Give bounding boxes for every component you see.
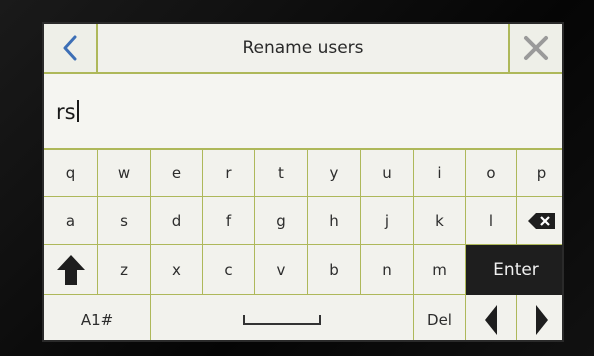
key-s[interactable]: s: [98, 197, 151, 245]
enter-key[interactable]: Enter: [466, 245, 562, 295]
key-q[interactable]: q: [44, 150, 98, 197]
key-v[interactable]: v: [255, 245, 308, 295]
backspace-icon: [527, 212, 555, 229]
key-b[interactable]: b: [308, 245, 361, 295]
key-w[interactable]: w: [98, 150, 151, 197]
key-y[interactable]: y: [308, 150, 361, 197]
on-screen-keyboard: q w e r t y u i o p a s d f g h j k l z …: [44, 150, 562, 340]
cursor-left-key[interactable]: [466, 295, 517, 340]
mode-switch-key[interactable]: A1#: [44, 295, 151, 340]
key-z[interactable]: z: [98, 245, 151, 295]
back-button[interactable]: [44, 24, 98, 72]
key-l[interactable]: l: [466, 197, 517, 245]
key-t[interactable]: t: [255, 150, 308, 197]
name-input-field[interactable]: rs: [44, 74, 562, 150]
key-f[interactable]: f: [203, 197, 255, 245]
key-n[interactable]: n: [361, 245, 414, 295]
key-r[interactable]: r: [203, 150, 255, 197]
touch-screen: Rename users rs q w e r t y u i o p a s …: [42, 22, 564, 342]
key-a[interactable]: a: [44, 197, 98, 245]
device-bezel: Rename users rs q w e r t y u i o p a s …: [0, 0, 594, 356]
key-c[interactable]: c: [203, 245, 255, 295]
page-title: Rename users: [242, 38, 364, 58]
shift-key[interactable]: [44, 245, 98, 295]
key-k[interactable]: k: [414, 197, 466, 245]
key-h[interactable]: h: [308, 197, 361, 245]
delete-key[interactable]: Del: [414, 295, 466, 340]
key-m[interactable]: m: [414, 245, 466, 295]
key-u[interactable]: u: [361, 150, 414, 197]
cursor-right-key[interactable]: [517, 295, 562, 340]
space-bar-icon: [243, 314, 321, 325]
chevron-left-icon: [63, 35, 77, 61]
space-key[interactable]: [151, 295, 414, 340]
close-x-icon: [524, 36, 548, 60]
key-e[interactable]: e: [151, 150, 203, 197]
key-d[interactable]: d: [151, 197, 203, 245]
input-value: rs: [56, 100, 76, 124]
arrow-right-icon: [535, 304, 548, 335]
input-value-wrap: rs: [56, 100, 79, 124]
key-x[interactable]: x: [151, 245, 203, 295]
backspace-key[interactable]: [517, 197, 562, 245]
key-i[interactable]: i: [414, 150, 466, 197]
header-bar: Rename users: [44, 24, 562, 74]
shift-up-arrow-icon: [56, 254, 85, 285]
key-o[interactable]: o: [466, 150, 517, 197]
key-g[interactable]: g: [255, 197, 308, 245]
key-j[interactable]: j: [361, 197, 414, 245]
close-button[interactable]: [508, 24, 562, 72]
key-p[interactable]: p: [517, 150, 562, 197]
arrow-left-icon: [485, 304, 497, 335]
text-caret: [76, 100, 79, 122]
